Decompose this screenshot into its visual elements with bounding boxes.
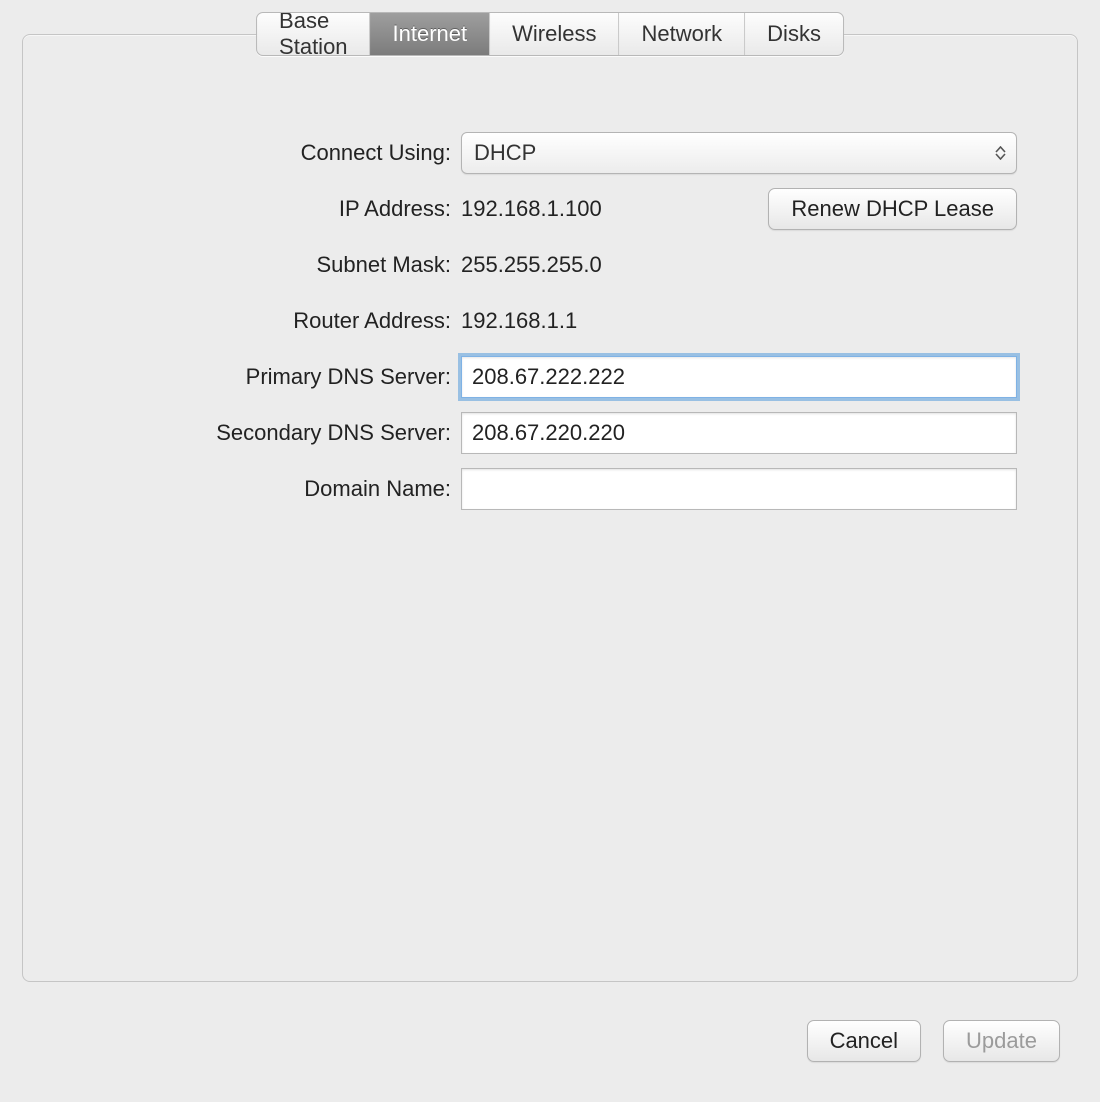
row-subnet: Subnet Mask: 255.255.255.0 bbox=[23, 237, 1077, 293]
value-ip-address: 192.168.1.100 bbox=[461, 196, 752, 222]
airport-utility-internet-pane: Connect Using: DHCP IP Address: 192.168.… bbox=[0, 0, 1100, 1102]
row-dns1: Primary DNS Server: bbox=[23, 349, 1077, 405]
connect-using-value: DHCP bbox=[474, 140, 536, 166]
update-button[interactable]: Update bbox=[943, 1020, 1060, 1062]
label-subnet: Subnet Mask: bbox=[23, 252, 461, 278]
tab-disks[interactable]: Disks bbox=[745, 13, 843, 55]
cancel-button[interactable]: Cancel bbox=[807, 1020, 921, 1062]
row-domain: Domain Name: bbox=[23, 461, 1077, 517]
updown-icon bbox=[995, 146, 1006, 160]
tab-network[interactable]: Network bbox=[619, 13, 745, 55]
value-router: 192.168.1.1 bbox=[461, 308, 577, 334]
tab-wireless[interactable]: Wireless bbox=[490, 13, 619, 55]
label-ip-address: IP Address: bbox=[23, 196, 461, 222]
renew-dhcp-button[interactable]: Renew DHCP Lease bbox=[768, 188, 1017, 230]
tab-base-station[interactable]: Base Station bbox=[257, 13, 370, 55]
primary-dns-input[interactable] bbox=[461, 356, 1017, 398]
label-dns2: Secondary DNS Server: bbox=[23, 420, 461, 446]
secondary-dns-input[interactable] bbox=[461, 412, 1017, 454]
label-router: Router Address: bbox=[23, 308, 461, 334]
connect-using-select[interactable]: DHCP bbox=[461, 132, 1017, 174]
label-dns1: Primary DNS Server: bbox=[23, 364, 461, 390]
value-subnet: 255.255.255.0 bbox=[461, 252, 602, 278]
tab-internet[interactable]: Internet bbox=[371, 13, 491, 55]
dialog-buttons: Cancel Update bbox=[807, 1020, 1060, 1062]
tab-bar: Base Station Internet Wireless Network D… bbox=[256, 12, 844, 56]
settings-panel: Connect Using: DHCP IP Address: 192.168.… bbox=[22, 34, 1078, 982]
label-connect-using: Connect Using: bbox=[23, 140, 461, 166]
row-router: Router Address: 192.168.1.1 bbox=[23, 293, 1077, 349]
row-ip-address: IP Address: 192.168.1.100 Renew DHCP Lea… bbox=[23, 181, 1077, 237]
label-domain: Domain Name: bbox=[23, 476, 461, 502]
domain-name-input[interactable] bbox=[461, 468, 1017, 510]
row-connect-using: Connect Using: DHCP bbox=[23, 125, 1077, 181]
row-dns2: Secondary DNS Server: bbox=[23, 405, 1077, 461]
internet-form: Connect Using: DHCP IP Address: 192.168.… bbox=[23, 125, 1077, 517]
